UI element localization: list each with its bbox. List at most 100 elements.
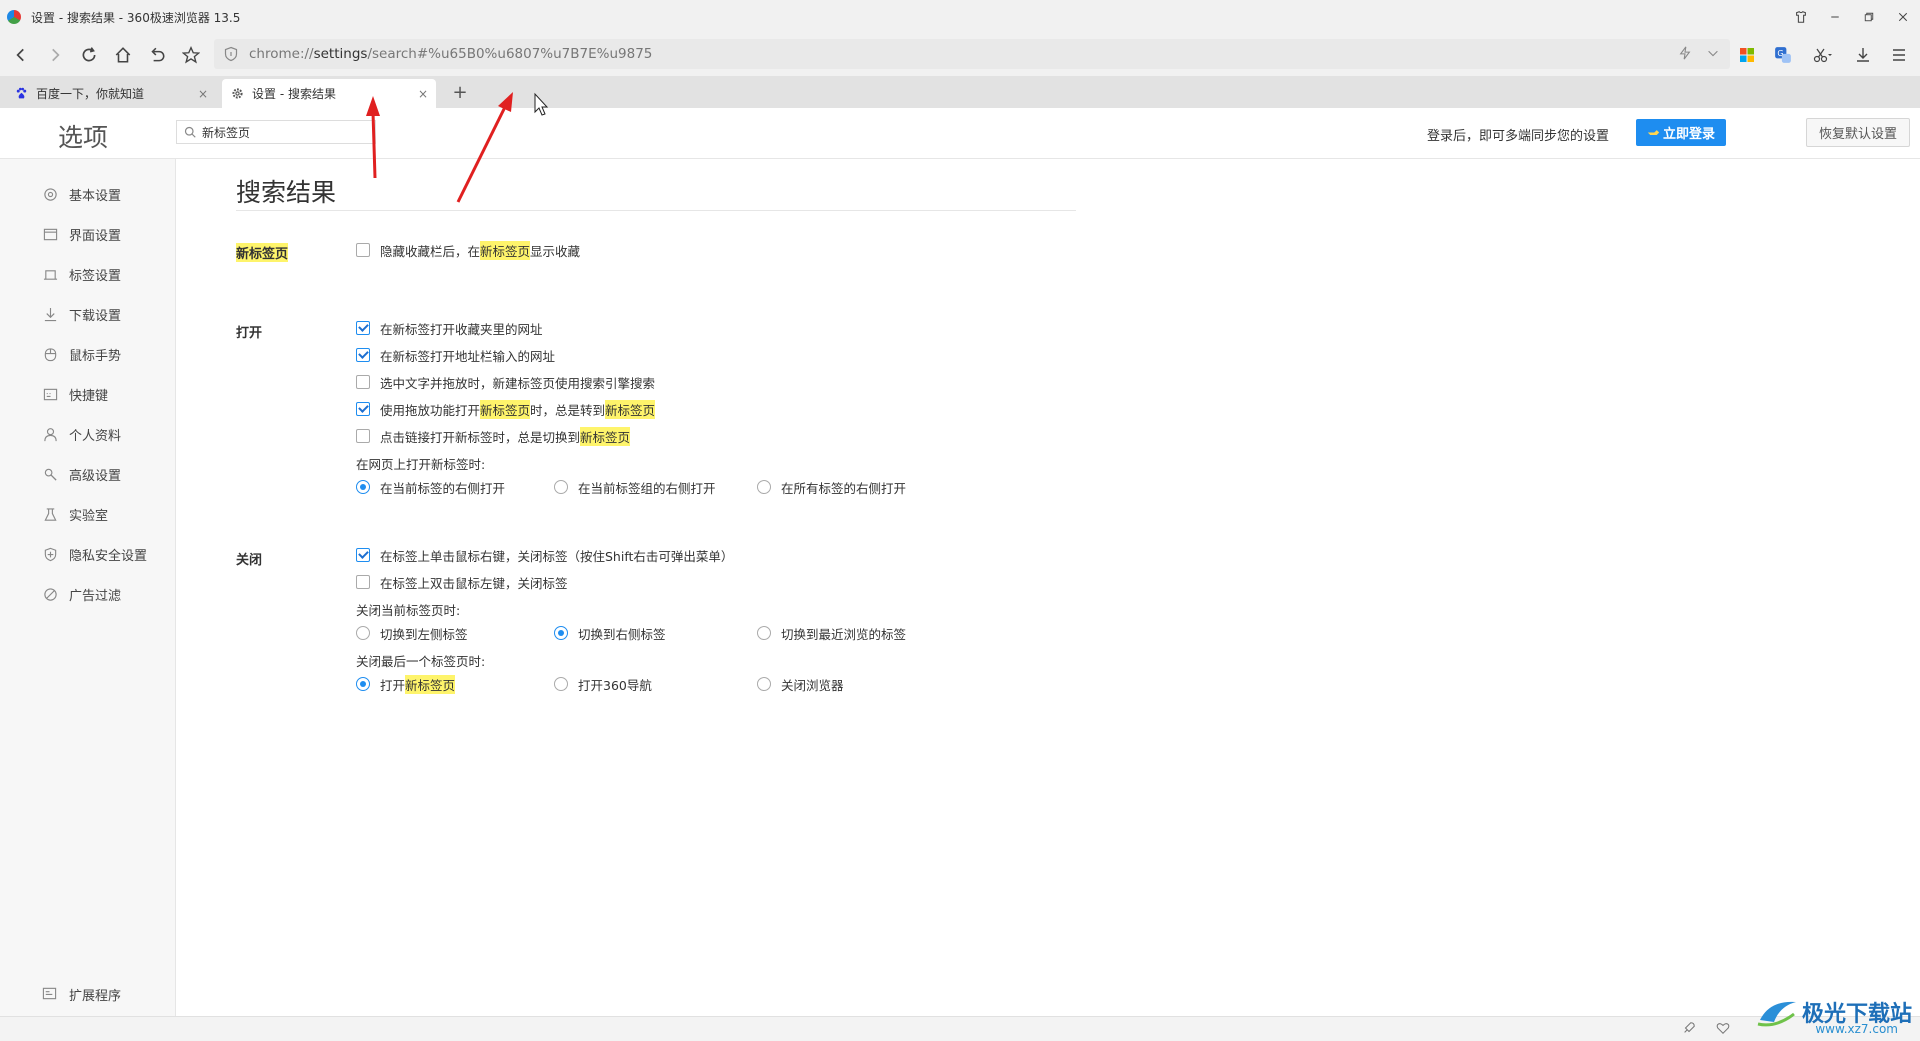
checkbox[interactable] (356, 243, 370, 257)
translate-icon[interactable]: G (1770, 42, 1796, 68)
search-input[interactable] (202, 125, 362, 139)
radio-selected[interactable] (554, 626, 568, 640)
option-open-bookmarks-newtab[interactable]: 在新标签打开收藏夹里的网址 (356, 319, 543, 337)
checkbox-checked[interactable] (356, 548, 370, 562)
restore-icon[interactable] (1852, 0, 1886, 34)
reload-icon[interactable] (72, 38, 106, 72)
radio-open-360-nav[interactable]: 打开360导航 (554, 675, 652, 693)
radio[interactable] (356, 626, 370, 640)
radio-switch-recent[interactable]: 切换到最近浏览的标签 (757, 624, 906, 642)
screenshot-scissors-icon[interactable] (1806, 42, 1840, 68)
option-double-click-close[interactable]: 在标签上双击鼠标左键，关闭标签 (356, 573, 568, 591)
option-click-link-switch[interactable]: 点击链接打开新标签时，总是切换到 新标签页 (356, 426, 631, 446)
watermark-logo-icon (1757, 1001, 1796, 1027)
address-bar[interactable]: chrome://settings/search#%u65B0%u6807%u7… (214, 39, 1730, 69)
back-icon[interactable] (4, 38, 38, 72)
lightning-icon[interactable] (1678, 46, 1692, 60)
checkbox-checked[interactable] (356, 321, 370, 335)
radio-open-right-group[interactable]: 在当前标签组的右侧打开 (554, 478, 716, 496)
undo-close-tab-icon[interactable] (140, 38, 174, 72)
tab-icon (42, 266, 58, 282)
close-tab-icon[interactable]: × (198, 87, 208, 101)
window-controls (1784, 0, 1920, 34)
tab-baidu[interactable]: 百度一下，你就知道 × (6, 79, 216, 108)
radio-label: 在所有标签的右侧打开 (781, 480, 907, 496)
sidebar-item-tabs[interactable]: 标签设置 (42, 264, 121, 284)
highlight-text: 新标签页 (580, 426, 631, 446)
download-icon (42, 306, 58, 322)
home-icon[interactable] (106, 38, 140, 72)
bookmark-star-icon[interactable] (174, 38, 208, 72)
skin-icon[interactable] (1784, 0, 1818, 34)
radio-switch-left[interactable]: 切换到左侧标签 (356, 624, 468, 642)
radio[interactable] (757, 480, 771, 494)
sidebar-item-interface[interactable]: 界面设置 (42, 224, 121, 244)
sidebar-item-extensions[interactable]: 扩展程序 (42, 984, 121, 1004)
url-path: /search#%u65B0%u6807%u7B7E%u9875 (367, 46, 653, 62)
radio-selected[interactable] (356, 480, 370, 494)
radio-label: 在当前标签的右侧打开 (380, 480, 506, 496)
results-heading: 搜索结果 (236, 178, 337, 207)
highlight-text: 新标签页 (480, 240, 531, 260)
close-tab-icon[interactable]: × (418, 87, 428, 101)
radio-switch-right[interactable]: 切换到右侧标签 (554, 624, 666, 642)
radio[interactable] (554, 480, 568, 494)
sidebar-item-label: 个人资料 (69, 428, 122, 444)
login-button[interactable]: 立即登录 (1636, 119, 1726, 146)
security-info-icon[interactable] (223, 46, 239, 62)
menu-icon[interactable] (1886, 42, 1912, 68)
tab-settings[interactable]: 设置 - 搜索结果 × (222, 79, 436, 108)
reset-defaults-button[interactable]: 恢复默认设置 (1806, 118, 1910, 147)
option-drag-open-switch[interactable]: 使用拖放功能打开 新标签页 时，总是转到 新标签页 (356, 399, 656, 419)
settings-search[interactable] (176, 120, 376, 144)
sidebar-item-privacy[interactable]: 隐私安全设置 (42, 544, 147, 564)
radio[interactable] (757, 677, 771, 691)
radio-open-right-all[interactable]: 在所有标签的右侧打开 (757, 478, 906, 496)
radio-close-browser[interactable]: 关闭浏览器 (757, 675, 844, 693)
checkbox[interactable] (356, 375, 370, 389)
keyboard-icon (42, 386, 58, 402)
forward-icon[interactable] (38, 38, 72, 72)
settings-sidebar: 基本设置 界面设置 标签设置 下载设置 鼠标手势 快捷键 个人资料 高级设置 实… (0, 159, 176, 1016)
radio-open-newtab[interactable]: 打开 新标签页 (356, 674, 456, 694)
heart-icon[interactable] (1716, 1021, 1730, 1035)
sidebar-item-downloads[interactable]: 下载设置 (42, 304, 121, 324)
tab-label: 百度一下，你就知道 (36, 87, 145, 101)
checkbox[interactable] (356, 575, 370, 589)
sidebar-item-mouse-gestures[interactable]: 鼠标手势 (42, 344, 121, 364)
status-bar (0, 1016, 1920, 1041)
title-bar: 设置 - 搜索结果 - 360极速浏览器 13.5 (0, 0, 1920, 34)
hand-icon (1647, 130, 1660, 135)
radio[interactable] (554, 677, 568, 691)
option-right-click-close[interactable]: 在标签上单击鼠标右键，关闭标签（按住Shift右击可弹出菜单） (356, 546, 733, 564)
checkbox-checked[interactable] (356, 402, 370, 416)
radio[interactable] (757, 626, 771, 640)
radio-label: 打开 (380, 677, 406, 693)
chevron-down-icon[interactable] (1706, 46, 1720, 60)
close-window-icon[interactable] (1886, 0, 1920, 34)
option-drag-search[interactable]: 选中文字并拖放时，新建标签页使用搜索引擎搜索 (356, 373, 655, 391)
radio-selected[interactable] (356, 677, 370, 691)
sidebar-item-profile[interactable]: 个人资料 (42, 424, 121, 444)
checkbox[interactable] (356, 429, 370, 443)
checkbox-checked[interactable] (356, 348, 370, 362)
wrench-icon (42, 466, 58, 482)
option-open-addressbar-newtab[interactable]: 在新标签打开地址栏输入的网址 (356, 346, 555, 364)
download-icon[interactable] (1850, 42, 1876, 68)
sidebar-item-shortcuts[interactable]: 快捷键 (42, 384, 108, 404)
option-show-bookmarks-on-newtab[interactable]: 隐藏收藏栏后，在 新标签页 显示收藏 (356, 240, 580, 260)
url-text[interactable]: chrome://settings/search#%u65B0%u6807%u7… (249, 46, 652, 62)
sidebar-item-advanced[interactable]: 高级设置 (42, 464, 121, 484)
rocket-icon[interactable] (1682, 1021, 1696, 1035)
option-text: 在标签上双击鼠标左键，关闭标签 (380, 575, 568, 591)
new-tab-button[interactable]: + (448, 79, 472, 105)
sidebar-item-adblock[interactable]: 广告过滤 (42, 584, 121, 604)
apps-grid-icon[interactable] (1734, 42, 1760, 68)
radio-open-right-current[interactable]: 在当前标签的右侧打开 (356, 478, 505, 496)
sidebar-item-lab[interactable]: 实验室 (42, 504, 108, 524)
sidebar-item-basic[interactable]: 基本设置 (42, 184, 121, 204)
minimize-icon[interactable] (1818, 0, 1852, 34)
extensions-icon (42, 986, 58, 1002)
radio-label: 在当前标签组的右侧打开 (578, 480, 716, 496)
mouse-icon (42, 346, 58, 362)
